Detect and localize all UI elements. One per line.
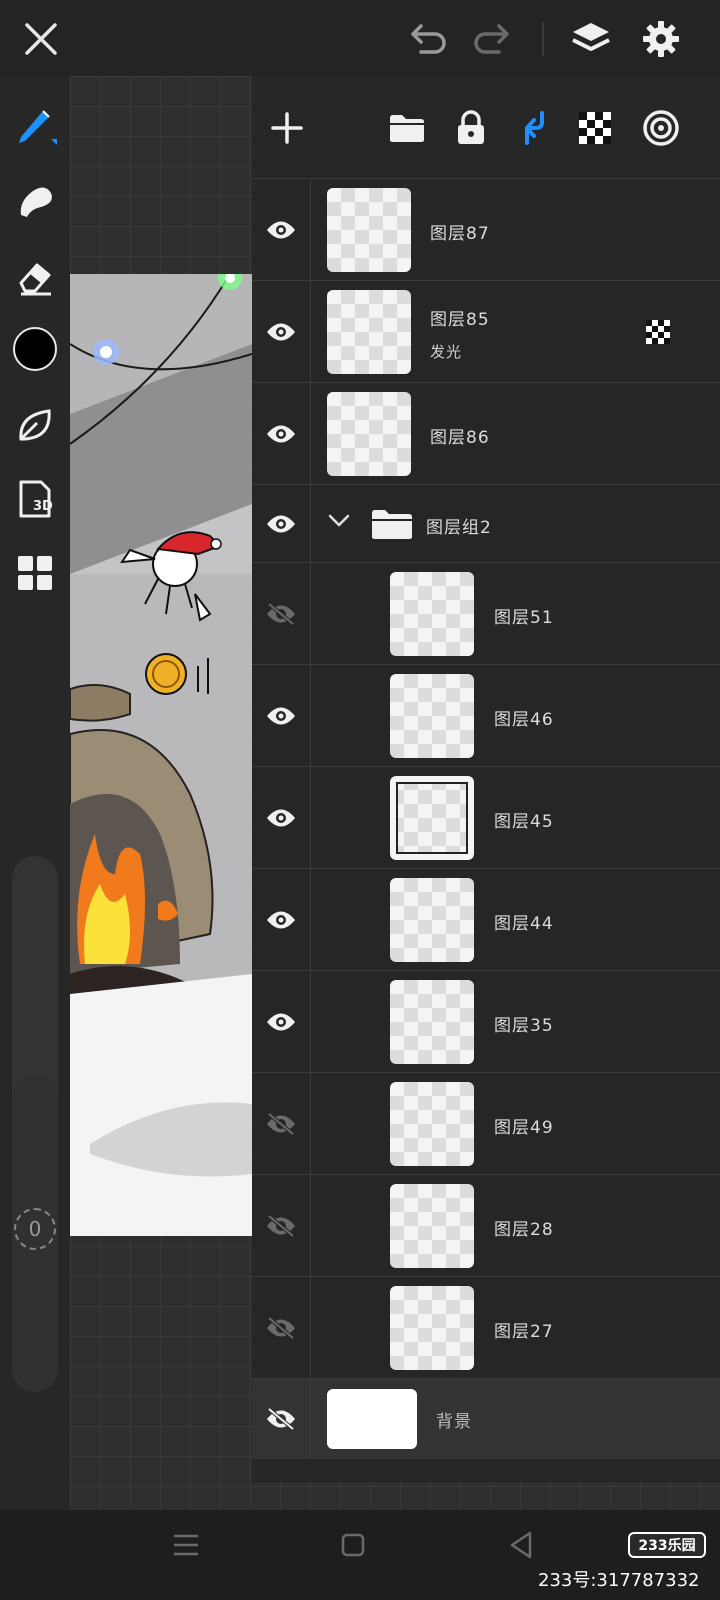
layer-name: 图层86 — [430, 428, 490, 448]
background-layer-row[interactable]: 背景 — [252, 1378, 720, 1459]
brush-tool-icon[interactable] — [10, 100, 60, 150]
eye-visible-icon[interactable] — [252, 281, 311, 383]
blend-mode-icon[interactable] — [636, 103, 686, 153]
group-name: 图层组2 — [426, 518, 492, 538]
opacity-slider[interactable]: 0 — [12, 1076, 58, 1392]
layer-thumbnail — [390, 980, 474, 1064]
layer-thumbnail — [390, 1286, 474, 1370]
close-icon[interactable] — [16, 14, 66, 64]
layer-thumbnail — [327, 290, 411, 374]
chevron-down-icon[interactable] — [328, 513, 350, 532]
eraser-tool-icon[interactable] — [10, 252, 60, 302]
gear-icon[interactable] — [636, 14, 686, 64]
layer-row[interactable]: 图层27 — [252, 1276, 720, 1379]
svg-text:3D: 3D — [33, 499, 53, 514]
layer-row[interactable]: 图层28 — [252, 1174, 720, 1277]
eye-visible-icon[interactable] — [252, 665, 311, 767]
alpha-lock-icon[interactable] — [570, 103, 620, 153]
home-icon[interactable] — [340, 1532, 366, 1562]
layer-row[interactable]: 图层51 — [252, 562, 720, 665]
eye-visible-icon[interactable] — [252, 869, 311, 971]
toolbar-divider — [542, 22, 544, 56]
eye-visible-icon[interactable] — [252, 383, 311, 485]
layer-thumbnail — [390, 1184, 474, 1268]
folder-icon — [370, 507, 414, 545]
redo-icon[interactable] — [466, 14, 516, 64]
layer-name: 图层45 — [494, 812, 554, 832]
layer-name: 图层27 — [494, 1322, 554, 1342]
layer-row[interactable]: 图层87 — [252, 178, 720, 281]
layers-icon[interactable] — [566, 14, 616, 64]
layer-thumbnail — [390, 572, 474, 656]
layer-group-row[interactable]: 图层组2 — [252, 484, 720, 563]
alpha-lock-badge-icon — [646, 320, 670, 348]
layer-name: 图层51 — [494, 608, 554, 628]
layer-blend-label: 发光 — [430, 343, 463, 361]
new-folder-icon[interactable] — [382, 103, 432, 153]
smudge-tool-icon[interactable] — [10, 176, 60, 226]
layer-thumbnail — [390, 878, 474, 962]
menu-icon[interactable] — [172, 1532, 200, 1562]
layer-row[interactable]: 图层35 — [252, 970, 720, 1073]
eye-visible-icon[interactable] — [252, 179, 311, 281]
artwork-canvas[interactable] — [70, 274, 252, 1236]
eye-hidden-icon[interactable] — [252, 1073, 311, 1175]
layer-row[interactable]: 图层45 — [252, 766, 720, 869]
opacity-label: 0 — [28, 1217, 42, 1241]
watermark-badge: 233乐园 — [628, 1532, 706, 1558]
undo-icon[interactable] — [404, 14, 454, 64]
layer-name: 图层35 — [494, 1016, 554, 1036]
back-icon[interactable] — [508, 1530, 534, 1564]
eye-visible-icon[interactable] — [252, 485, 311, 563]
layer-row[interactable]: 图层44 — [252, 868, 720, 971]
layer-row[interactable]: 图层86 — [252, 382, 720, 485]
clipping-mask-icon[interactable] — [510, 103, 560, 153]
eye-visible-icon[interactable] — [252, 767, 311, 869]
grid-menu-icon[interactable] — [10, 548, 60, 598]
layer-row[interactable]: 图层46 — [252, 664, 720, 767]
color-swatch[interactable] — [10, 324, 60, 374]
add-layer-icon[interactable] — [262, 103, 312, 153]
layer-thumbnail — [327, 392, 411, 476]
top-toolbar — [0, 0, 720, 76]
leaf-brush-icon[interactable] — [10, 400, 60, 450]
layer-name: 图层28 — [494, 1220, 554, 1240]
layer-thumbnail — [390, 776, 474, 860]
layer-name: 背景 — [436, 1412, 472, 1432]
eye-hidden-icon[interactable] — [252, 1175, 311, 1277]
layers-panel: 图层87 图层85 发光 图层86 图层组2 图层51 图层46 图层45 图层… — [252, 76, 720, 1482]
layer-thumbnail — [327, 188, 411, 272]
opacity-slider-handle[interactable]: 0 — [14, 1208, 56, 1250]
eye-hidden-icon[interactable] — [252, 1379, 311, 1459]
background-thumbnail — [327, 1389, 417, 1449]
layer-name: 图层46 — [494, 710, 554, 730]
layer-name: 图层44 — [494, 914, 554, 934]
eye-hidden-icon[interactable] — [252, 1277, 311, 1379]
layer-name: 图层49 — [494, 1118, 554, 1138]
layer-name: 图层85 — [430, 310, 490, 330]
lock-icon[interactable] — [446, 103, 496, 153]
layer-name: 图层87 — [430, 224, 490, 244]
eye-hidden-icon[interactable] — [252, 563, 311, 665]
watermark-text: 233号:317787332 — [538, 1570, 700, 1591]
left-toolbar: 3D S 0 — [0, 76, 70, 1510]
layer-row[interactable]: 图层85 发光 — [252, 280, 720, 383]
3d-tool-icon[interactable]: 3D — [10, 474, 60, 524]
layer-row[interactable]: 图层49 — [252, 1072, 720, 1175]
eye-visible-icon[interactable] — [252, 971, 311, 1073]
layer-thumbnail — [390, 674, 474, 758]
layer-thumbnail — [390, 1082, 474, 1166]
